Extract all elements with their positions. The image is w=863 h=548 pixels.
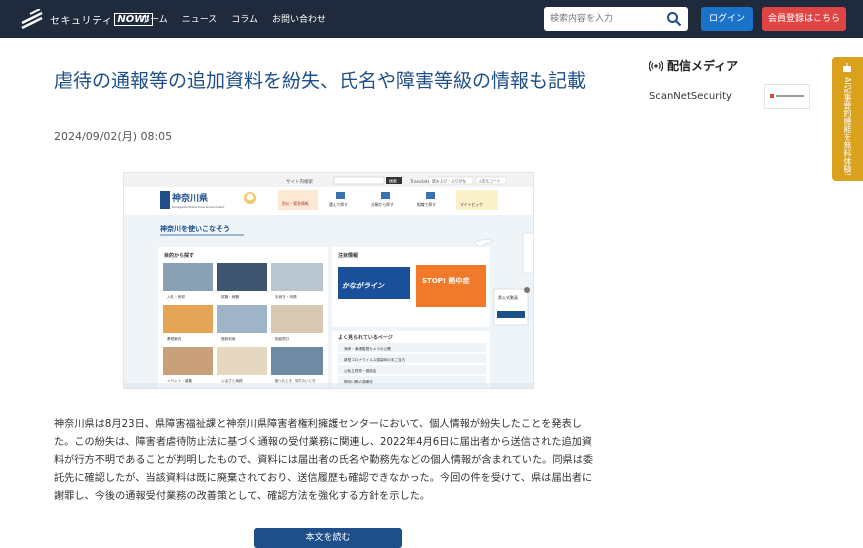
read-more-button[interactable]: 本文を読む xyxy=(254,528,402,548)
hero-cat-7: イベント・募集 xyxy=(167,378,193,383)
search-icon[interactable] xyxy=(666,11,682,27)
site-header: セキュリティ NOW! ホーム ニュース コラム お問い合わせ ログイン 会員登… xyxy=(0,0,863,38)
hero-translate: Translate xyxy=(409,179,431,185)
hero-cat-9: 困ったとき、知りたいとき xyxy=(275,378,315,383)
ai-summary-tab-text: AI記事要約機能を無料体験! xyxy=(843,77,852,177)
hero-popular-heading: よく見られているページ xyxy=(338,334,393,341)
nav-column[interactable]: コラム xyxy=(231,12,258,25)
media-item-name[interactable]: ScanNetSecurity xyxy=(649,91,732,102)
media-heading-text: 配信メディア xyxy=(667,59,739,73)
hero-popular-2: 新型コロナウイルス感染時の手ご当方 xyxy=(344,357,405,362)
site-logo[interactable]: セキュリティ NOW! xyxy=(20,8,153,30)
register-button[interactable]: 会員登録はこちら xyxy=(762,7,846,31)
hero-cat-5: 施設利用 xyxy=(221,336,236,341)
hero-use-heading: 神奈川を使いこなそう xyxy=(160,224,230,233)
hero-cat-8: ふるさと納税 xyxy=(221,378,243,383)
article-date: 2024/09/02(月) 08:05 xyxy=(54,130,173,143)
nav-contact[interactable]: お問い合わせ xyxy=(272,12,326,25)
hero-tab-mytopic: マイトピック xyxy=(460,202,483,207)
scannetsecurity-logo[interactable] xyxy=(764,84,810,109)
robot-icon xyxy=(843,63,851,72)
hero-cat-2: 試験・就職 xyxy=(221,294,239,299)
hero-pref-name: 神奈川県 xyxy=(172,192,208,204)
hero-cat-1: 入札・売却 xyxy=(167,294,185,299)
hero-line-label: 県公式動画 xyxy=(498,294,518,300)
hero-cat-4: 県税案内 xyxy=(167,336,182,341)
hero-banner-1: かながライン xyxy=(342,281,385,290)
hero-2d-code: 2次元コード xyxy=(479,179,501,184)
logo-text: セキュリティ xyxy=(50,15,113,27)
hero-tab-category: 分類から探す xyxy=(371,202,394,207)
broadcast-icon xyxy=(649,60,663,71)
hero-purpose-heading: 目的から探す xyxy=(164,252,194,259)
hero-furigana: 読み上げ・ふりがな xyxy=(432,179,466,184)
search-input[interactable] xyxy=(550,11,660,27)
hero-popular-1: 海岸・漁港監視カメラの公開 xyxy=(344,346,391,351)
hero-sitesearch-label: サイト内検索 xyxy=(286,178,313,185)
hero-banner-2: STOP! 熱中症 xyxy=(422,276,470,285)
hero-tab-disaster: 防災・緊急情報 xyxy=(282,201,309,206)
hero-cat-3: 手続き・申請 xyxy=(275,294,297,299)
nav-news[interactable]: ニュース xyxy=(182,12,218,25)
hero-tab-org: 組織で探す xyxy=(417,202,436,207)
hero-pref-sub: Kanagawa Prefectural Government xyxy=(172,205,225,209)
nav-home[interactable]: ホーム xyxy=(141,12,168,25)
article-hero-image: サイト内検索 検索 Translate 読み上げ・ふりがな 2次元コード 神奈川… xyxy=(123,172,534,389)
logo-mark-icon xyxy=(21,9,43,29)
hero-notice-heading: 注目情報 xyxy=(338,252,359,259)
hero-cat-6: 相談窓口 xyxy=(275,336,290,341)
search-box xyxy=(544,7,688,31)
login-button[interactable]: ログイン xyxy=(701,7,753,31)
main-nav: ホーム ニュース コラム お問い合わせ xyxy=(141,12,340,25)
article-body: 神奈川県は8月23日、県障害福祉課と神奈川県障害者権利擁護センターにおいて、個人… xyxy=(54,419,594,502)
hero-tab-choose: 選んで探す xyxy=(329,202,348,207)
article-title: 虐待の通報等の追加資料を紛失、氏名や障害等級の情報も記載 xyxy=(54,70,587,92)
ai-summary-tab[interactable]: AI記事要約機能を無料体験! xyxy=(832,57,863,181)
media-heading: 配信メディア xyxy=(649,57,738,74)
hero-popular-3: 公私立同窓・相談会 xyxy=(344,368,377,373)
scannetsecurity-logo-mark xyxy=(770,94,804,98)
hero-search-button: 検索 xyxy=(389,178,397,184)
